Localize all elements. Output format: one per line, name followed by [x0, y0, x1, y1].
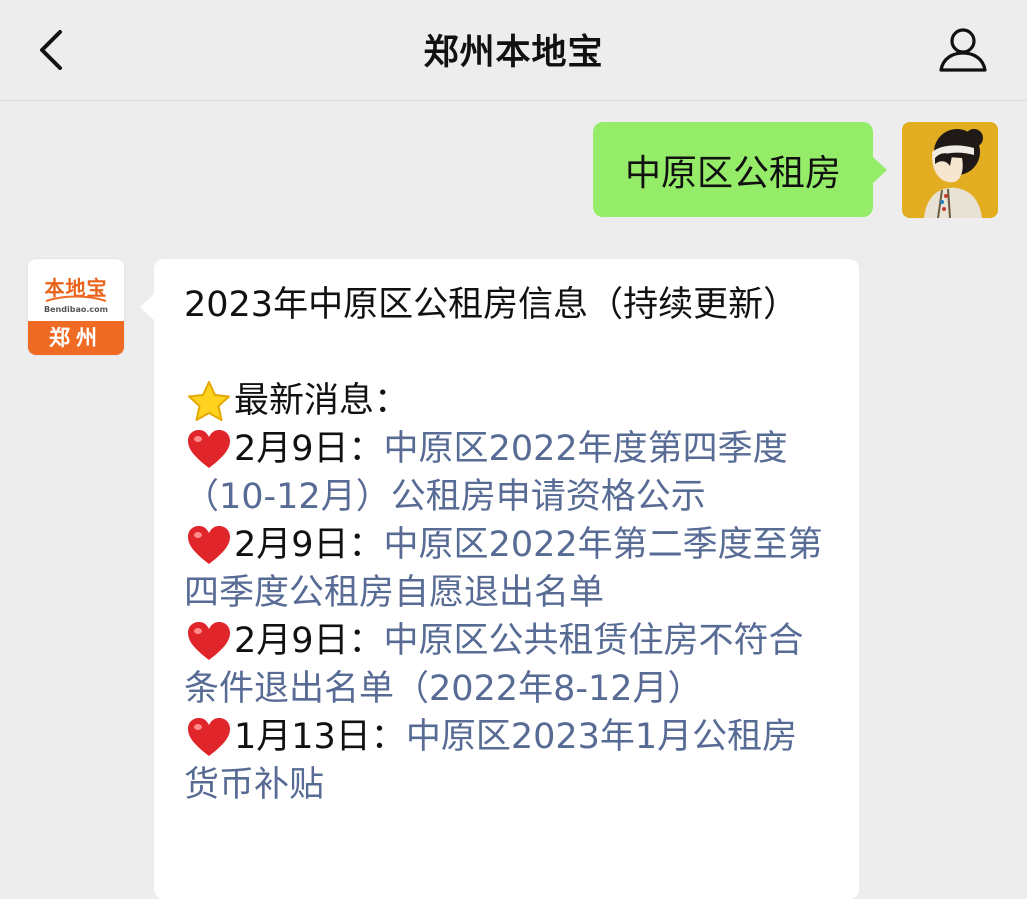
news-item: 1月13日：中原区2023年1月公租房货币补贴 [184, 713, 829, 809]
chat-header: 郑州本地宝 [0, 0, 1027, 101]
logo-city-text: 郑州 [28, 321, 124, 355]
logo-swoosh-icon [45, 295, 107, 302]
logo-top: 本地宝 Bendibao.com [28, 259, 124, 321]
star-icon [184, 377, 234, 425]
news-item: 2月9日：中原区2022年第二季度至第四季度公租房自愿退出名单 [184, 521, 829, 617]
news-date: 2月9日： [234, 621, 384, 661]
user-avatar-illustration [902, 122, 998, 218]
news-item: 2月9日：中原区2022年度第四季度（10-12月）公租房申请资格公示 [184, 425, 829, 521]
logo-url-text: Bendibao.com [44, 305, 108, 314]
section-heading: 最新消息： [184, 377, 829, 425]
outgoing-message-text: 中原区公租房 [624, 152, 841, 194]
official-account-avatar[interactable]: 本地宝 Bendibao.com 郑州 [28, 259, 124, 355]
heart-icon [184, 425, 234, 473]
person-icon [939, 28, 987, 72]
section-title: 最新消息： [234, 381, 410, 421]
heart-icon [184, 521, 234, 569]
heart-icon [184, 713, 234, 761]
news-date: 1月13日： [234, 717, 406, 757]
news-date: 2月9日： [234, 525, 384, 565]
profile-button[interactable] [935, 24, 991, 76]
user-avatar[interactable] [902, 122, 998, 218]
outgoing-message-bubble[interactable]: 中原区公租房 [592, 122, 888, 217]
chat-title: 郑州本地宝 [423, 33, 604, 73]
heart-icon [184, 617, 234, 665]
incoming-message-bubble: 2023年中原区公租房信息（持续更新） 最新消息： 2月9日：中原区2022年度… [140, 259, 859, 899]
message-headline: 2023年中原区公租房信息（持续更新） [184, 285, 799, 325]
news-date: 2月9日： [234, 429, 384, 469]
news-item: 2月9日：中原区公共租赁住房不符合条件退出名单（2022年8-12月） [184, 617, 829, 713]
